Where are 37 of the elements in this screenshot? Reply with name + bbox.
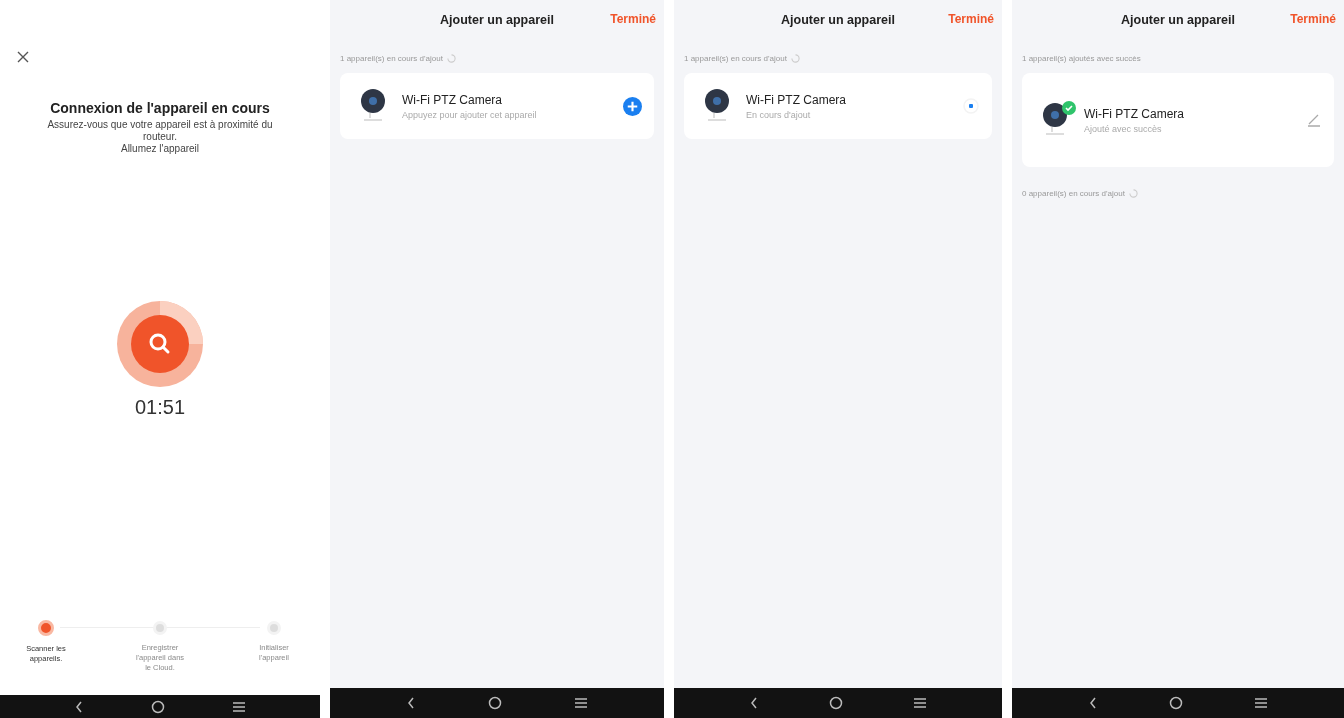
device-name: Wi-Fi PTZ Camera xyxy=(402,92,503,107)
device-status: Appuyez pour ajouter cet appareil xyxy=(402,109,538,120)
section-heading: 1 appareil(s) en cours d'ajout xyxy=(340,54,443,63)
menu-icon[interactable] xyxy=(232,700,247,713)
hint-text: Allumez l'appareil xyxy=(120,143,200,155)
scanning-search-icon xyxy=(117,301,203,387)
countdown-timer: 01:51 xyxy=(134,396,186,419)
menu-icon[interactable] xyxy=(574,697,588,709)
home-icon[interactable] xyxy=(151,699,165,714)
back-icon[interactable] xyxy=(73,699,84,714)
menu-icon[interactable] xyxy=(913,697,927,709)
screen-title: Ajouter un appareil xyxy=(781,13,895,27)
screen-title: Ajouter un appareil xyxy=(1121,13,1235,27)
home-icon[interactable] xyxy=(488,696,502,710)
home-icon[interactable] xyxy=(1169,696,1183,710)
device-name: Wi-Fi PTZ Camera xyxy=(746,92,847,107)
menu-icon[interactable] xyxy=(1254,697,1269,709)
section-heading: 1 appareil(s) en cours d'ajout xyxy=(684,54,787,63)
progress-spinner-icon xyxy=(962,97,980,115)
device-card[interactable]: Wi-Fi PTZ Camera En cours d'ajout xyxy=(684,73,992,139)
device-card[interactable]: Wi-Fi PTZ Camera Ajouté avec succès xyxy=(1022,73,1334,167)
hint-text: routeur. xyxy=(143,131,177,143)
section-heading: 0 appareil(s) en cours d'ajout xyxy=(1022,189,1125,198)
section-heading: 1 appareil(s) ajoutés avec succès xyxy=(1022,54,1141,63)
screen-title: Connexion de l'appareil en cours xyxy=(50,100,270,116)
device-card[interactable]: Wi-Fi PTZ Camera Appuyez pour ajouter cet appareil xyxy=(340,73,654,139)
home-icon[interactable] xyxy=(829,696,843,710)
back-icon[interactable] xyxy=(406,696,416,710)
device-status: En cours d'ajout xyxy=(746,109,812,120)
hint-text: Assurez-vous que votre appareil est à proximité du xyxy=(47,119,273,131)
device-status: Ajouté avec succès xyxy=(1084,123,1163,134)
back-icon[interactable] xyxy=(749,696,759,710)
screen-title: Ajouter un appareil xyxy=(440,13,554,27)
add-icon[interactable] xyxy=(623,96,642,116)
close-icon[interactable] xyxy=(17,51,29,63)
device-name: Wi-Fi PTZ Camera xyxy=(1084,106,1185,121)
back-icon[interactable] xyxy=(1087,696,1098,710)
